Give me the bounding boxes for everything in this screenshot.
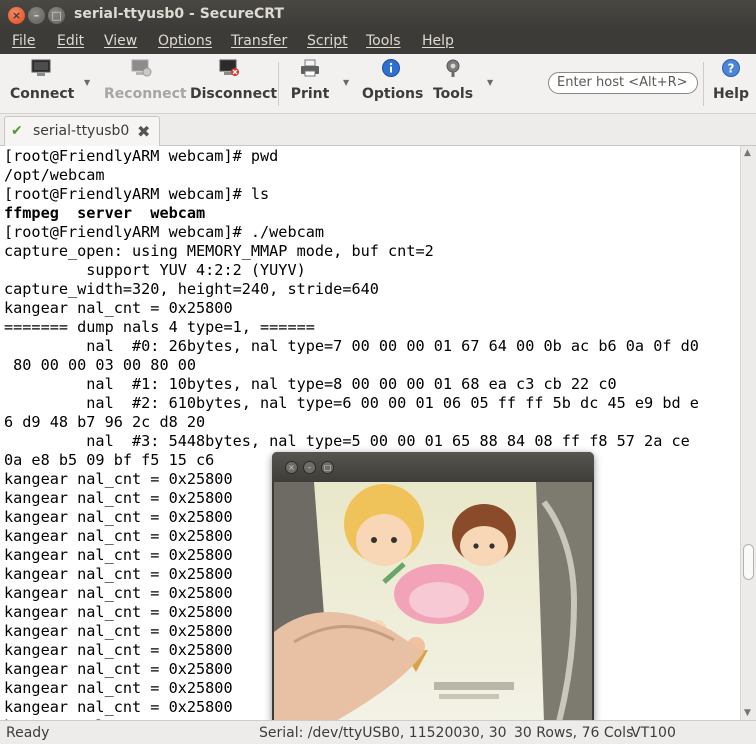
terminal-line: nal #3: 5448bytes, nal type=5 00 00 01 6… (4, 432, 690, 450)
webcam-minimize-button[interactable]: – (303, 461, 316, 474)
terminal-line: 0a e8 b5 09 bf f5 15 c6 (4, 451, 215, 469)
window-title: serial-ttyusb0 - SecureCRT (74, 6, 284, 22)
menu-edit[interactable]: Edit (57, 33, 84, 49)
terminal-line: nal #0: 26bytes, nal type=7 00 00 00 01 … (4, 337, 699, 355)
connect-dropdown-arrow[interactable]: ▼ (84, 78, 90, 87)
tab-label: serial-ttyusb0 (33, 123, 130, 139)
terminal-line: [root@FriendlyARM webcam]# ./webcam (4, 223, 325, 241)
window-maximize-button[interactable]: □ (48, 7, 65, 24)
terminal-line: nal #1: 10bytes, nal type=8 00 00 00 01 … (4, 375, 617, 393)
session-tab-strip: ✔ serial-ttyusb0 ✖ (0, 114, 756, 146)
tools-dropdown-arrow[interactable]: ▼ (487, 78, 493, 87)
reconnect-button[interactable]: Reconnect (104, 58, 187, 110)
terminal-line: ffmpeg server webcam (4, 204, 206, 222)
menu-tools[interactable]: Tools (366, 33, 401, 49)
webcam-window-titlebar[interactable]: × – □ (272, 452, 594, 482)
info-icon (382, 59, 400, 77)
disconnect-label: Disconnect (190, 86, 278, 102)
terminal-line: nal #2: 610bytes, nal type=6 00 00 01 06… (4, 394, 699, 412)
menu-view[interactable]: View (104, 33, 137, 49)
disconnect-monitor-icon (219, 59, 239, 76)
tools-icon (446, 59, 460, 77)
terminal-line: kangear nal_cnt = 0x25800 (4, 565, 233, 583)
svg-text:?: ? (728, 62, 735, 76)
status-bar: Ready Serial: /dev/ttyUSB0, 115200 30, 3… (0, 720, 756, 744)
menu-bar: File Edit View Options Transfer Script T… (0, 30, 756, 54)
menu-options[interactable]: Options (158, 33, 212, 49)
toolbar-separator (278, 62, 279, 106)
terminal-line: capture_open: using MEMORY_MMAP mode, bu… (4, 242, 434, 260)
webcam-maximize-button[interactable]: □ (321, 461, 334, 474)
window-close-button[interactable]: × (8, 7, 25, 24)
terminal-line: kangear nal_cnt = 0x25800 (4, 527, 233, 545)
terminal-line: kangear nal_cnt = 0x25800 (4, 584, 233, 602)
terminal-line: [root@FriendlyARM webcam]# ls (4, 185, 270, 203)
terminal-line: kangear nal_cnt = 0x25800 (4, 508, 233, 526)
terminal-line: kangear nal_cnt = 0x25800 (4, 622, 233, 640)
terminal-line: kangear nal_cnt = 0x25800 (4, 299, 233, 317)
webcam-close-button[interactable]: × (285, 461, 298, 474)
print-button[interactable]: Print (288, 58, 332, 110)
menu-file[interactable]: File (12, 33, 35, 49)
terminal-line: kangear nal_cnt = 0x25800 (4, 698, 233, 716)
terminal-line: /opt/webcam (4, 166, 105, 184)
print-label: Print (290, 86, 330, 102)
scroll-up-arrow-icon[interactable]: ▲ (744, 148, 751, 158)
webcam-video-frame (274, 482, 592, 722)
options-button[interactable]: Options (362, 58, 424, 110)
disconnect-button[interactable]: Disconnect (190, 58, 278, 110)
quick-connect-host-input[interactable]: Enter host <Alt+R> (548, 72, 698, 94)
terminal-line: support YUV 4:2:2 (YUYV) (4, 261, 306, 279)
webcam-preview-window[interactable]: × – □ (272, 452, 594, 722)
reconnect-monitor-icon (131, 59, 152, 77)
status-emulation: VT100 (631, 725, 676, 741)
menu-script[interactable]: Script (307, 33, 348, 49)
scroll-down-arrow-icon[interactable]: ▼ (744, 708, 751, 718)
tools-button[interactable]: Tools (430, 58, 476, 110)
connect-button[interactable]: Connect (10, 58, 75, 110)
tab-close-icon[interactable]: ✖ (137, 122, 150, 141)
status-ready: Ready (6, 725, 50, 741)
options-label: Options (362, 86, 424, 102)
status-connection: Serial: /dev/ttyUSB0, 115200 (259, 725, 463, 741)
terminal-line: kangear nal_cnt = 0x25800 (4, 546, 233, 564)
webcam-frame-image (274, 482, 592, 722)
connect-label: Connect (10, 86, 75, 102)
title-bar: × – □ serial-ttyusb0 - SecureCRT (0, 0, 756, 30)
toolbar-separator-2 (703, 62, 704, 106)
status-size: 30 Rows, 76 Cols (514, 725, 634, 741)
monitor-icon (31, 59, 51, 76)
terminal-line: 80 00 00 03 00 80 00 (4, 356, 197, 374)
terminal-line: kangear nal_cnt = 0x25800 (4, 660, 233, 678)
terminal-line: kangear nal_cnt = 0x25800 (4, 489, 233, 507)
help-icon: ? (722, 59, 740, 77)
terminal-line: 6 d9 48 b7 96 2c d8 20 (4, 413, 206, 431)
terminal-line: capture_width=320, height=240, stride=64… (4, 280, 379, 298)
terminal-line: kangear nal_cnt = 0x25800 (4, 679, 233, 697)
printer-icon (301, 59, 319, 77)
tab-serial-ttyusb0[interactable]: ✔ serial-ttyusb0 ✖ (4, 116, 160, 146)
terminal-line: kangear nal_cnt = 0x25800 (4, 641, 233, 659)
connected-check-icon: ✔ (11, 123, 23, 139)
tools-label: Tools (432, 86, 474, 102)
terminal-line: kangear nal_cnt = 0x25800 (4, 470, 233, 488)
help-button[interactable]: ? Help (710, 58, 752, 110)
print-dropdown-arrow[interactable]: ▼ (343, 78, 349, 87)
menu-help[interactable]: Help (422, 33, 454, 49)
help-label: Help (712, 86, 750, 102)
menu-transfer[interactable]: Transfer (231, 33, 287, 49)
terminal-line: ======= dump nals 4 type=1, ====== (4, 318, 315, 336)
reconnect-label: Reconnect (104, 86, 187, 102)
status-cursor: 30, 30 (462, 725, 507, 741)
terminal-line: [root@FriendlyARM webcam]# pwd (4, 147, 279, 165)
terminal-scrollbar[interactable]: ▲ ▼ (740, 146, 756, 720)
window-minimize-button[interactable]: – (28, 7, 45, 24)
terminal-line: kangear nal_cnt = 0x25800 (4, 603, 233, 621)
scrollbar-thumb[interactable] (743, 544, 754, 580)
